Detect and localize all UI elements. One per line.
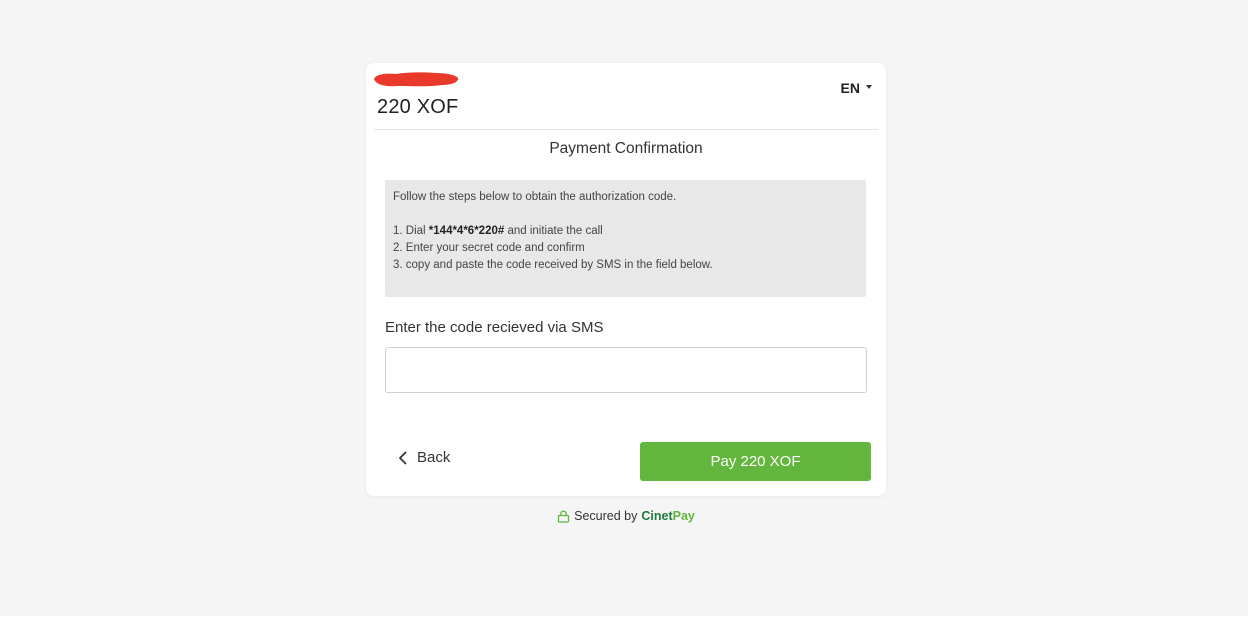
language-label: EN [840, 80, 860, 96]
sms-code-input[interactable] [385, 347, 867, 393]
brand-part-2: Pay [672, 509, 695, 523]
header-divider [374, 129, 878, 130]
page-edge-right [1248, 0, 1252, 620]
chevron-left-icon [399, 451, 407, 464]
step1-suffix: and initiate the call [504, 225, 603, 237]
lock-icon [557, 510, 570, 523]
secured-label: Secured by [574, 509, 638, 523]
page-edge-bottom [0, 616, 1252, 620]
page-title: Payment Confirmation [549, 140, 703, 157]
instructions-intro: Follow the steps below to obtain the aut… [393, 191, 677, 203]
code-field-label: Enter the code recieved via SMS [385, 319, 604, 336]
ussd-code: *144*4*6*220# [428, 225, 505, 237]
payment-card: 220 XOF EN Payment Confirmation Follow t… [366, 63, 886, 496]
brand-part-1: Cinet [641, 509, 673, 523]
instruction-step-1: 1. Dial *144*4*6*220# and initiate the c… [393, 223, 858, 240]
header-amount: 220 XOF [377, 96, 459, 118]
caret-down-icon [866, 85, 872, 89]
secured-by-footer: Secured by Cinet Pay [0, 509, 1252, 523]
back-button[interactable]: Back [398, 449, 450, 466]
back-label: Back [417, 449, 451, 466]
merchant-name-redacted [374, 72, 459, 87]
pay-button[interactable]: Pay 220 XOF [640, 442, 871, 481]
language-selector[interactable]: EN [841, 80, 872, 96]
instruction-step-2: 2. Enter your secret code and confirm [393, 242, 585, 254]
cinetpay-logo: Cinet Pay [641, 509, 695, 523]
instruction-step-3: 3. copy and paste the code received by S… [393, 259, 713, 271]
instructions-box: Follow the steps below to obtain the aut… [385, 180, 866, 297]
step1-prefix: 1. Dial [393, 225, 429, 237]
